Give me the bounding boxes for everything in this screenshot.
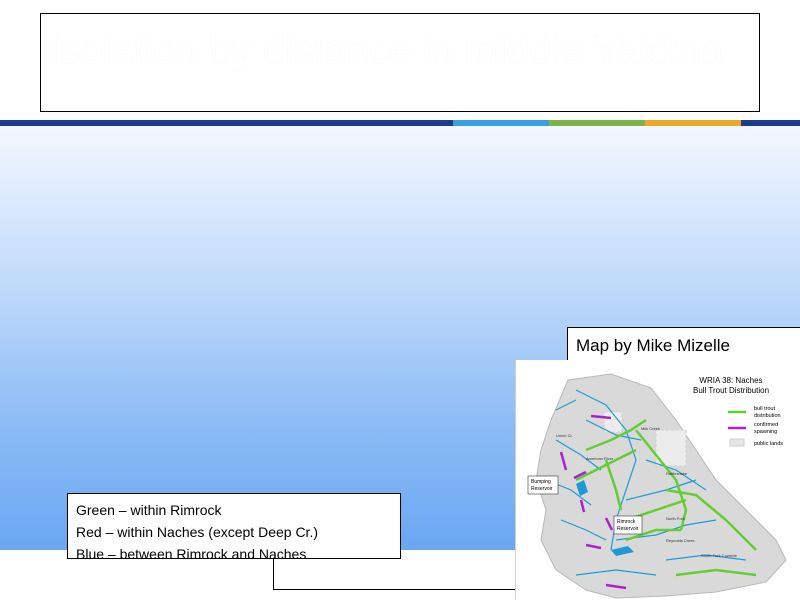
legend-label-public-lands: public lands bbox=[754, 441, 783, 447]
label-south-fork: South Fork Cowiche bbox=[701, 553, 738, 558]
map-credit: Map by Mike Mizelle bbox=[567, 327, 800, 362]
legend-label-spawning-1: confirmed bbox=[754, 422, 778, 428]
slide-title: Isolation by distance in middle Yakima bbox=[49, 28, 724, 72]
bumping-label-1: Bumping bbox=[531, 479, 551, 485]
label-rattlesnake: Rattlesnake bbox=[666, 471, 688, 476]
divider-navy bbox=[0, 120, 453, 126]
divider-navy-end bbox=[741, 120, 800, 126]
label-milk-creek: Milk Creek bbox=[641, 426, 660, 431]
bull-trout-map: WRIA 38: Naches Bull Trout Distribution … bbox=[515, 360, 800, 600]
color-legend-box: Green – within Rimrock Red – within Nach… bbox=[67, 493, 401, 562]
legend-line-red: Red – within Naches (except Deep Cr.) bbox=[76, 524, 318, 540]
connector-line bbox=[273, 559, 517, 590]
divider-light-blue bbox=[453, 120, 549, 126]
map-credit-text: Map by Mike Mizelle bbox=[576, 336, 730, 355]
bumping-label-2: Reservoir bbox=[531, 486, 553, 492]
map-title-1: WRIA 38: Naches bbox=[699, 376, 762, 385]
title-box: Isolation by distance in middle Yakima bbox=[40, 13, 760, 112]
label-north-fork: North Fork bbox=[666, 516, 685, 521]
map-title-2: Bull Trout Distribution bbox=[693, 386, 769, 395]
legend-swatch-public-lands bbox=[729, 438, 745, 447]
divider-green bbox=[549, 120, 645, 126]
watershed-area bbox=[535, 373, 787, 599]
legend-line-green: Green – within Rimrock bbox=[76, 502, 222, 518]
divider-gold bbox=[645, 120, 741, 126]
legend-label-distribution-1: bull trout bbox=[754, 406, 776, 412]
rimrock-label-2: Reservoir bbox=[617, 526, 639, 532]
label-union-creek: Union Cr. bbox=[556, 433, 573, 438]
legend-label-distribution-2: distribution bbox=[754, 413, 781, 419]
label-reynolds-creek: Reynolds Creek bbox=[666, 538, 694, 543]
legend-label-spawning-2: spawning bbox=[754, 429, 777, 435]
rimrock-label-1: Rimrock bbox=[617, 519, 636, 525]
map-graphic: WRIA 38: Naches Bull Trout Distribution … bbox=[527, 373, 787, 599]
label-american-river: American River bbox=[586, 456, 614, 461]
